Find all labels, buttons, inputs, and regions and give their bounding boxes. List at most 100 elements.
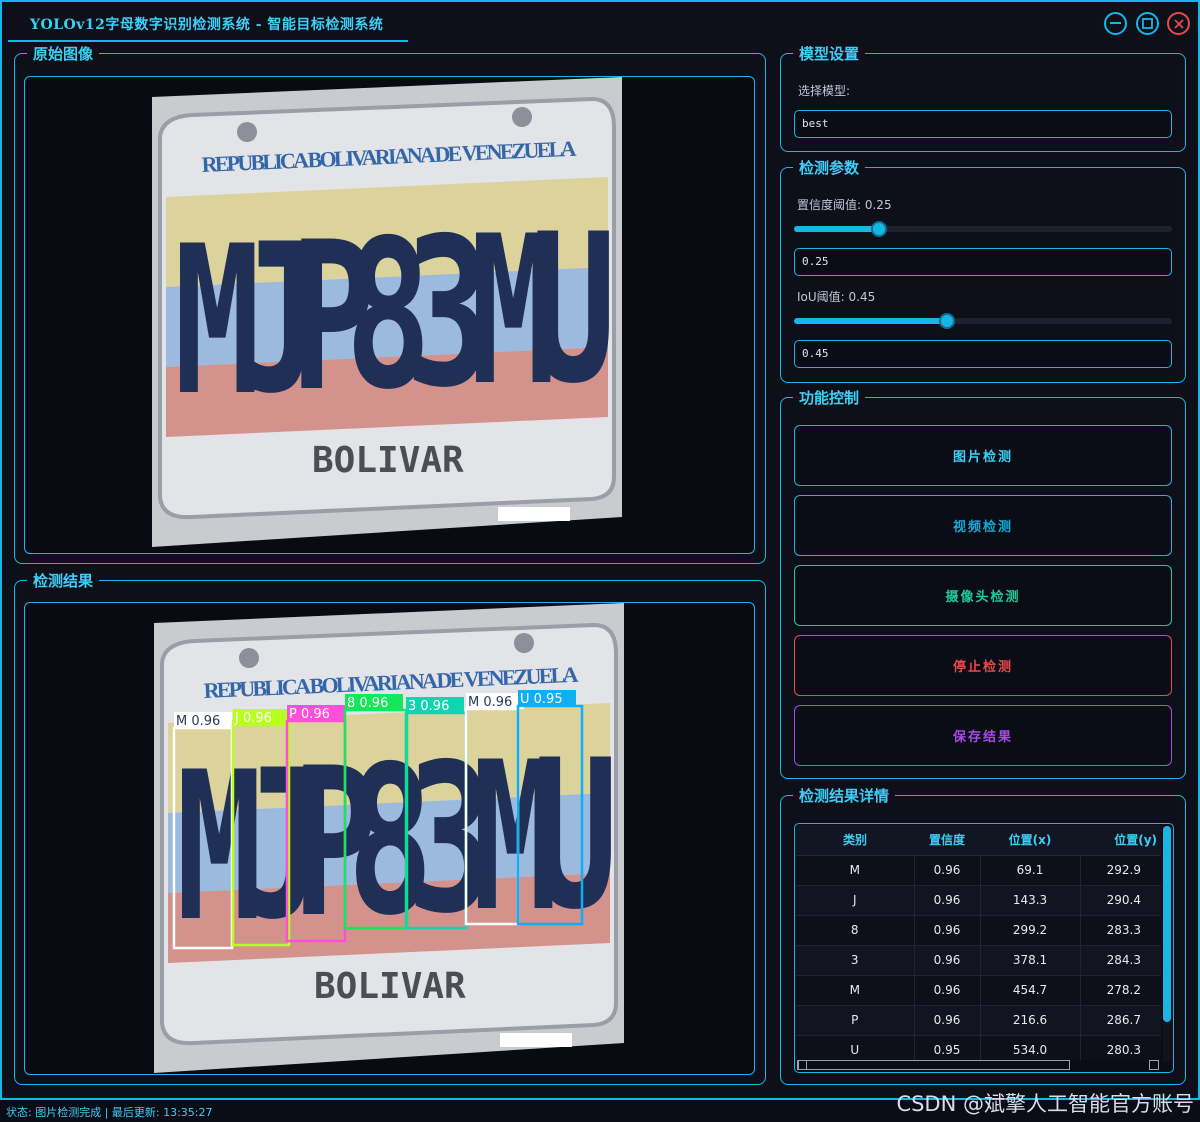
iou-label: IoU阈值: 0.45 [797,290,876,304]
original-plate-image: REPUBLICA BOLIVARIANA DE VENEZUELAMJP83M… [152,77,622,547]
result-image-title: 检测结果 [27,571,100,591]
model-settings-title: 模型设置 [793,44,866,64]
scroll-left-arrow-icon[interactable] [797,1060,807,1070]
iou-slider-fill [794,318,948,324]
scroll-right-arrow-icon[interactable] [1149,1060,1159,1070]
table-row[interactable]: M 0.96 69.1 292.9 [796,855,1161,886]
cell-class: 3 [796,945,915,976]
cell-class: J [796,885,915,916]
horizontal-scrollbar-thumb[interactable] [798,1060,1070,1070]
cell-confidence: 0.96 [914,975,981,1006]
cell-confidence: 0.96 [914,855,981,886]
license-plate: REPUBLICA BOLIVARIANA DE VENEZUELAMJP83M… [154,603,624,1073]
table-header-row: 类别 置信度 位置(x) 位置(y) [796,825,1161,856]
cell-y: 290.4 [1080,885,1161,916]
details-table: 类别 置信度 位置(x) 位置(y) M 0.96 69.1 292.9 J 0.96 14… [796,825,1161,1066]
cell-y: 284.3 [1080,945,1161,976]
cell-confidence: 0.96 [914,915,981,946]
model-select[interactable]: best [794,110,1172,138]
cell-confidence: 0.96 [914,1005,981,1036]
table-row[interactable]: J 0.96 143.3 290.4 [796,885,1161,916]
maximize-icon [1142,18,1153,29]
detection-label: P 0.96 [289,707,330,722]
cell-x: 454.7 [980,975,1081,1006]
table-row[interactable]: M 0.96 454.7 278.2 [796,975,1161,1006]
stop-detect-button[interactable]: 停止检测 [794,635,1172,696]
result-image-frame: REPUBLICA BOLIVARIANA DE VENEZUELA M J P 8 3 M… [24,602,755,1075]
table-row[interactable]: 3 0.96 378.1 284.3 [796,945,1161,976]
maximize-button[interactable] [1136,12,1159,35]
cell-y: 278.2 [1080,975,1161,1006]
detection-label: M 0.96 [176,714,220,729]
confidence-input[interactable]: 0.25 [794,248,1172,276]
video-detect-button[interactable]: 视频检测 [794,495,1172,556]
minimize-icon [1110,22,1121,24]
plate-bottom-text: BOLIVAR [314,966,466,1007]
detection-label: 3 0.96 [408,699,449,714]
license-plate: REPUBLICA BOLIVARIANA DE VENEZUELAMJP83M… [152,77,622,547]
cell-class: M [796,855,915,886]
cell-x: 143.3 [980,885,1081,916]
bolt-right-icon [512,107,532,127]
cell-confidence: 0.96 [914,885,981,916]
table-body: M 0.96 69.1 292.9 J 0.96 143.3 290.4 8 0.96 299.2 2… [796,855,1161,1066]
plate-bottom-text: BOLIVAR [312,440,464,481]
status-bar: 状态: 图片检测完成 | 最后更新: 13:35:27 [6,1106,213,1119]
bolt-left-icon [239,648,259,668]
column-header-confidence[interactable]: 置信度 [914,825,980,856]
plate-tag [498,507,570,521]
cell-class: P [796,1005,915,1036]
cell-y: 292.9 [1080,855,1161,886]
column-header-y[interactable]: 位置(y) [1080,825,1161,856]
cell-y: 283.3 [1080,915,1161,946]
table-row[interactable]: 8 0.96 299.2 283.3 [796,915,1161,946]
iou-slider-handle[interactable] [939,313,956,329]
minimize-button[interactable] [1104,12,1127,35]
close-icon [1173,18,1184,29]
plate-tag [500,1033,572,1047]
cell-confidence: 0.96 [914,945,981,976]
title-bar[interactable]: YOLOv12字母数字识别检测系统 - 智能目标检测系统 [2,2,1198,44]
camera-detect-button[interactable]: 摄像头检测 [794,565,1172,626]
confidence-slider-handle[interactable] [871,221,888,237]
confidence-slider[interactable] [794,221,1172,237]
detect-params-title: 检测参数 [793,158,866,178]
detection-details-title: 检测结果详情 [793,786,896,806]
iou-slider[interactable] [794,313,1172,329]
column-header-class[interactable]: 类别 [796,825,914,856]
save-result-button[interactable]: 保存结果 [794,705,1172,766]
cell-x: 216.6 [980,1005,1081,1036]
cell-x: 378.1 [980,945,1081,976]
detection-label: M 0.96 [468,695,512,710]
result-plate-image: REPUBLICA BOLIVARIANA DE VENEZUELAMJP83M… [154,603,624,1073]
original-image-title: 原始图像 [27,44,100,64]
bolt-right-icon [514,633,534,653]
vertical-scrollbar-thumb[interactable] [1163,826,1171,1022]
confidence-slider-fill [794,226,880,232]
watermark: CSDN @斌擎人工智能官方账号 [896,1092,1194,1116]
iou-input[interactable]: 0.45 [794,340,1172,368]
table-row[interactable]: P 0.96 216.6 286.7 [796,1005,1161,1036]
model-select-label: 选择模型: [798,84,851,98]
title-underline [8,40,408,42]
cell-x: 299.2 [980,915,1081,946]
original-image-frame: REPUBLICA BOLIVARIANA DE VENEZUELA M J P 8 3 M… [24,76,755,554]
plate-char: U [532,716,618,955]
vertical-scrollbar[interactable] [1163,826,1171,1062]
horizontal-scrollbar[interactable] [796,1060,1161,1070]
window-title: YOLOv12字母数字识别检测系统 - 智能目标检测系统 [30,17,384,33]
close-button[interactable] [1167,12,1190,35]
cell-class: 8 [796,915,915,946]
bolt-left-icon [237,122,257,142]
column-header-x[interactable]: 位置(x) [980,825,1080,856]
plate-char: U [530,190,616,429]
image-detect-button[interactable]: 图片检测 [794,425,1172,486]
detection-label: U 0.95 [520,692,563,707]
detection-label: 8 0.96 [347,696,388,711]
detection-label: J 0.96 [234,711,272,726]
cell-x: 69.1 [980,855,1081,886]
cell-y: 286.7 [1080,1005,1161,1036]
confidence-label: 置信度阈值: 0.25 [797,198,892,212]
function-controls-title: 功能控制 [793,388,866,408]
cell-class: M [796,975,915,1006]
